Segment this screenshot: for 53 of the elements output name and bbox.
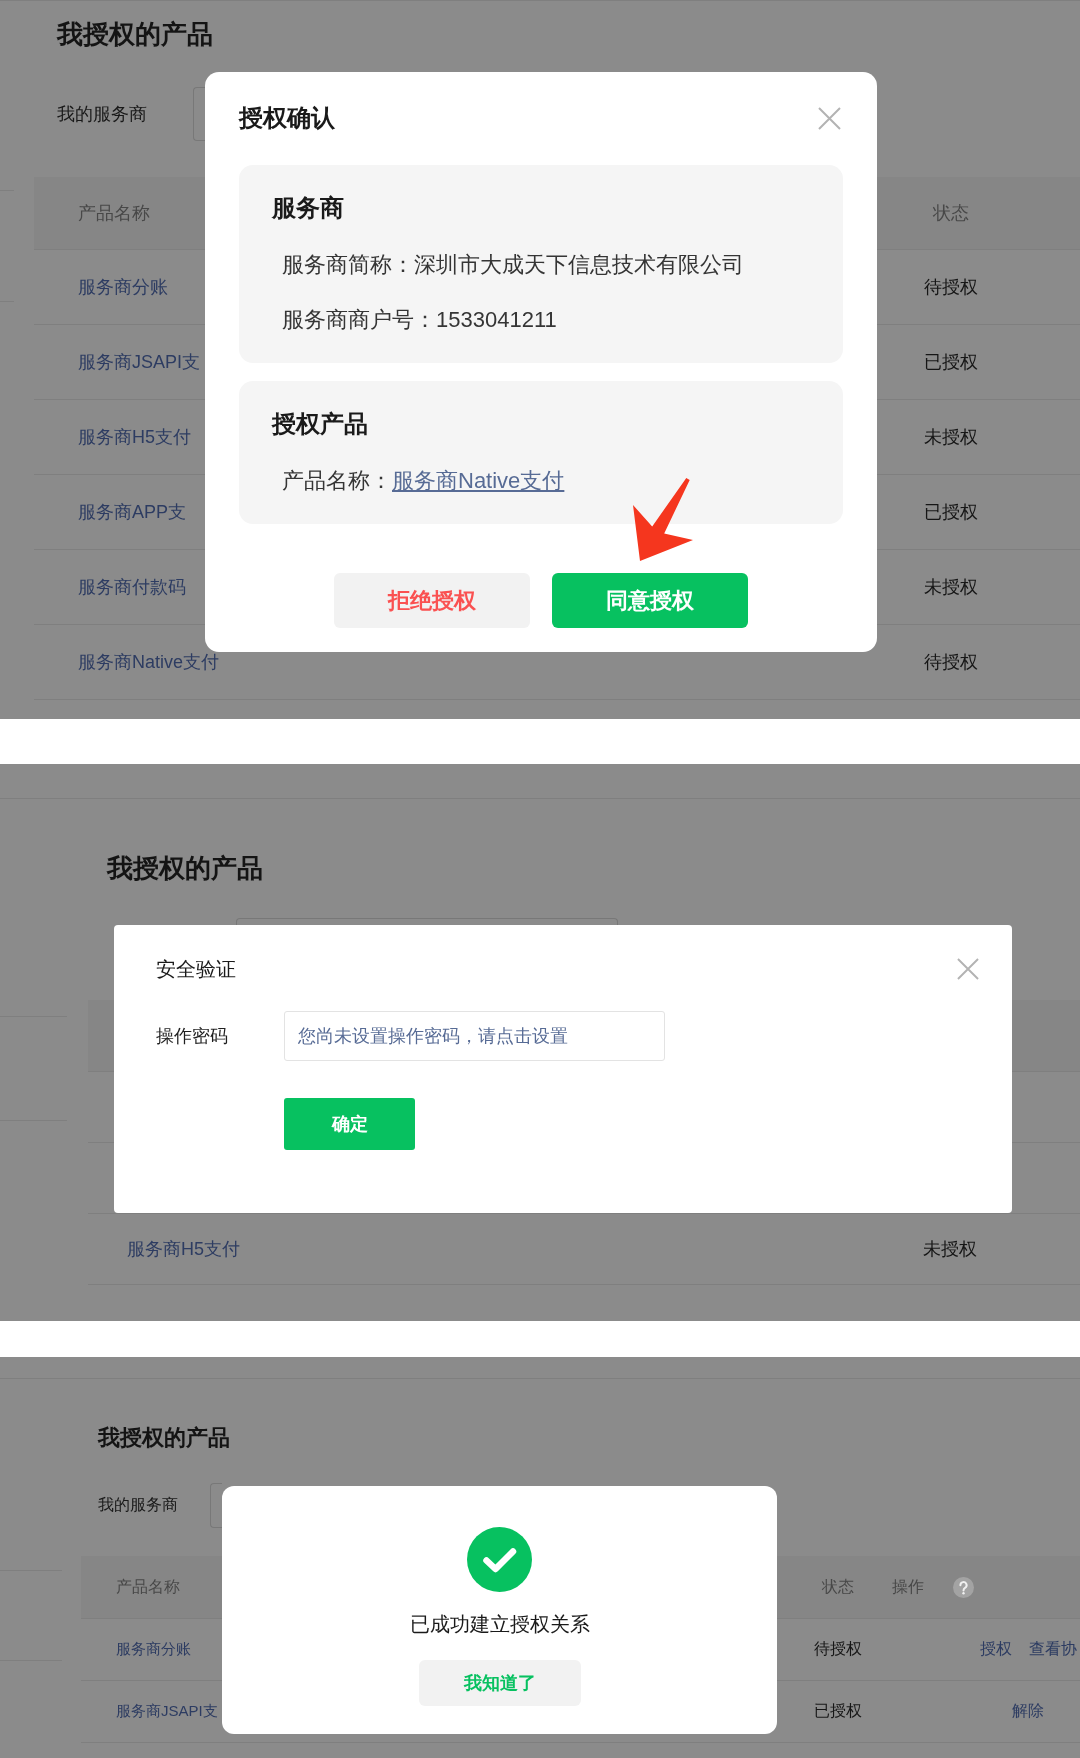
product-link[interactable]: 服务商JSAPI支 [116, 1702, 218, 1721]
column-header: 产品名称 [116, 1576, 180, 1597]
field-value: 1533041211 [436, 306, 557, 334]
product-link[interactable]: 服务商分账 [116, 1640, 191, 1659]
dialog-title: 安全验证 [156, 957, 236, 982]
set-password-link[interactable]: 您尚未设置操作密码，请点击设置 [298, 1024, 568, 1048]
status-text: 已授权 [924, 501, 978, 524]
close-icon[interactable] [957, 958, 979, 980]
product-link[interactable]: 服务商H5支付 [78, 425, 191, 449]
page-title: 我授权的产品 [107, 853, 263, 883]
action-link[interactable]: 查看协 [1028, 1639, 1077, 1660]
status-text: 待授权 [814, 1639, 862, 1659]
status-text: 待授权 [924, 276, 978, 299]
field-label: 产品名称： [282, 467, 392, 495]
column-header: 操作 [892, 1576, 924, 1597]
field-value: 深圳市大成天下信息技术有限公司 [414, 251, 744, 279]
status-text: 已授权 [924, 351, 978, 374]
column-header: 状态 [822, 1576, 854, 1597]
confirm-button[interactable]: 确定 [284, 1098, 415, 1150]
section-heading: 授权产品 [272, 409, 368, 439]
column-header: 产品名称 [78, 202, 150, 225]
action-link[interactable]: 解除 [1012, 1701, 1044, 1722]
field-label: 服务商商户号： [282, 306, 436, 334]
filter-label: 我的服务商 [57, 103, 148, 126]
status-text: 已授权 [814, 1701, 862, 1721]
dialog-title: 授权确认 [239, 103, 335, 133]
section-heading: 服务商 [272, 193, 344, 223]
page-title: 我授权的产品 [57, 19, 213, 49]
close-icon[interactable] [818, 106, 841, 130]
product-link[interactable]: 服务商H5支付 [127, 1237, 240, 1261]
product-link[interactable]: 服务商APP支 [78, 500, 187, 524]
success-check-icon [467, 1527, 532, 1592]
field-label: 操作密码 [156, 1025, 229, 1048]
action-link[interactable]: 授权 [979, 1639, 1012, 1660]
product-link[interactable]: 服务商Native支付 [392, 466, 565, 496]
status-text: 未授权 [923, 1238, 977, 1261]
agree-button[interactable]: 同意授权 [552, 573, 748, 628]
page-title: 我授权的产品 [98, 1424, 230, 1452]
acknowledge-button[interactable]: 我知道了 [418, 1660, 581, 1706]
status-text: 未授权 [924, 426, 978, 449]
product-link[interactable]: 服务商Native支付 [78, 650, 220, 674]
success-message: 已成功建立授权关系 [409, 1612, 590, 1637]
product-link[interactable]: 服务商JSAPI支 [78, 350, 201, 374]
product-link[interactable]: 服务商付款码 [78, 575, 186, 599]
status-text: 待授权 [924, 651, 978, 674]
reject-button[interactable]: 拒绝授权 [334, 573, 530, 628]
field-label: 服务商简称： [282, 251, 414, 279]
filter-label: 我的服务商 [98, 1495, 179, 1515]
product-link[interactable]: 服务商分账 [78, 275, 168, 299]
help-icon[interactable] [953, 1576, 974, 1598]
password-field[interactable]: 您尚未设置操作密码，请点击设置 [284, 1011, 665, 1061]
column-header: 状态 [933, 202, 969, 225]
status-text: 未授权 [924, 576, 978, 599]
